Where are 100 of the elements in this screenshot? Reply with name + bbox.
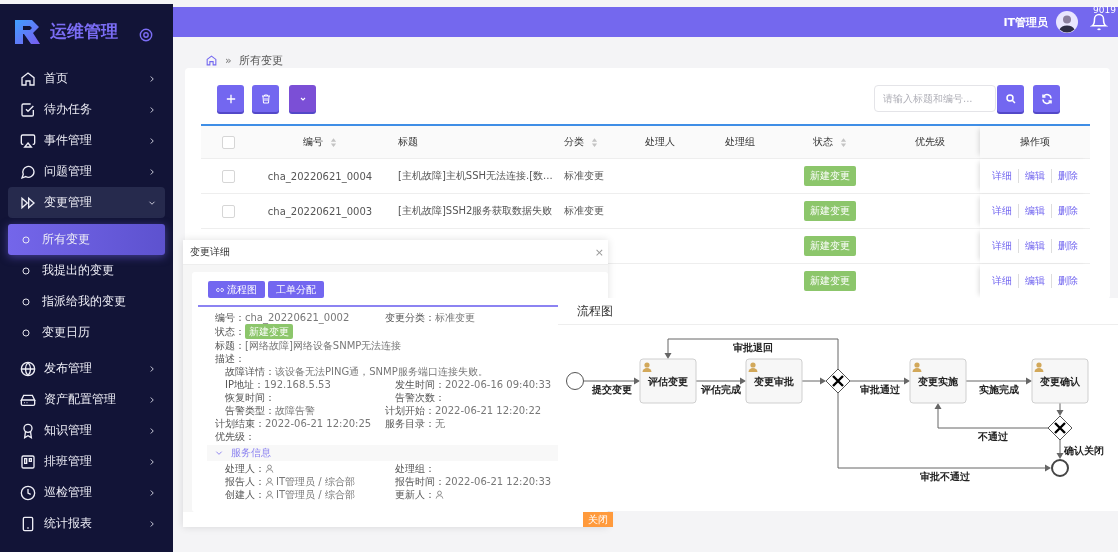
menu-item[interactable]: 巡检管理	[8, 477, 165, 508]
task-node	[909, 358, 967, 404]
gateway-icon	[1047, 415, 1073, 441]
menu-item[interactable]: 排班管理	[8, 446, 165, 477]
submenu-item[interactable]: 指派给我的变更	[8, 286, 165, 317]
menu-item[interactable]: 问题管理	[8, 156, 165, 187]
logo-icon	[13, 17, 41, 46]
task-label: 变更确认	[1040, 376, 1080, 387]
column-header: 标题	[397, 135, 419, 149]
submenu-item[interactable]: 变更日历	[8, 317, 165, 348]
sort-icon[interactable]	[840, 136, 847, 148]
menu-item[interactable]: 发布管理	[8, 353, 165, 384]
field-label: 故障详情：	[225, 365, 275, 378]
dialog-tab-button[interactable]: 流程图	[208, 281, 265, 298]
action-link[interactable]: 删除	[1051, 169, 1084, 183]
table-cell-text: cha_20220621_0003	[266, 204, 374, 220]
target-icon[interactable]	[139, 27, 153, 42]
field-value: IT管理员 / 综合部	[276, 488, 355, 501]
home-icon	[20, 70, 36, 87]
action-link[interactable]: 详细	[986, 274, 1018, 288]
flow-label: 审批通过	[860, 384, 900, 395]
field-value: 2022-06-21 12:20:33	[445, 475, 552, 488]
menu-item[interactable]: 变更管理	[8, 187, 165, 218]
start-event	[566, 372, 584, 390]
field-value: 2022-06-21 12:20:25	[265, 417, 372, 430]
breadcrumb-current: 所有变更	[238, 52, 283, 68]
column-header: 处理人	[644, 135, 676, 149]
checkbox[interactable]	[221, 204, 235, 218]
refresh-button[interactable]	[1033, 85, 1060, 112]
field-label: 告警类型：	[225, 404, 275, 417]
flow-arrow	[583, 377, 640, 385]
field-label: 报告人：	[225, 475, 265, 488]
plus-icon	[225, 93, 236, 104]
field-label: 处理组：	[395, 462, 435, 475]
checkbox[interactable]	[221, 169, 235, 183]
sort-icon[interactable]	[330, 136, 337, 148]
task-label: 评估变更	[648, 376, 688, 387]
field-label: IP地址：	[225, 378, 264, 391]
menu-item[interactable]: 知识管理	[8, 415, 165, 446]
column-header[interactable]: 状态	[780, 126, 880, 158]
field-label: 变更分类：	[385, 311, 435, 324]
action-link[interactable]: 删除	[1051, 204, 1084, 218]
user-name[interactable]: IT管理员	[1003, 14, 1048, 30]
action-link[interactable]: 详细	[986, 169, 1018, 183]
search-button[interactable]	[997, 85, 1024, 112]
field-value: 192.168.5.53	[264, 378, 331, 391]
field-value: 2022-06-16 09:40:33	[445, 378, 552, 391]
sort-icon[interactable]	[591, 136, 598, 148]
task-node	[639, 358, 697, 404]
avatar-icon[interactable]	[1056, 11, 1078, 33]
action-link[interactable]: 详细	[986, 204, 1018, 218]
clock-icon	[20, 484, 36, 501]
dropdown-button[interactable]	[289, 85, 316, 112]
field-value: cha_20220621_0002	[245, 311, 350, 324]
bell-icon[interactable]	[1090, 13, 1108, 31]
award-icon	[20, 422, 36, 439]
menu-item[interactable]: 首页	[8, 63, 165, 94]
status-badge: 新建变更	[804, 166, 856, 186]
chevron-icon	[215, 449, 223, 457]
action-link[interactable]: 编辑	[1018, 274, 1051, 288]
action-link[interactable]: 编辑	[1018, 169, 1051, 183]
tablet-icon	[20, 515, 36, 532]
close-button[interactable]: ×	[594, 245, 604, 259]
section-header[interactable]: 服务信息	[207, 445, 559, 461]
dialog-title: 变更详细	[190, 245, 230, 259]
flow-label: 审批退回	[733, 342, 773, 353]
task-label: 变更实施	[918, 376, 958, 387]
flow-label: 实施完成	[979, 384, 1019, 395]
task-label: 变更审批	[754, 376, 794, 387]
action-link[interactable]: 删除	[1051, 274, 1084, 288]
action-link[interactable]: 删除	[1051, 239, 1084, 253]
field-value: 标准变更	[435, 311, 475, 324]
action-link[interactable]: 详细	[986, 239, 1018, 253]
submenu-item[interactable]: 所有变更	[8, 224, 165, 255]
home-icon[interactable]	[205, 53, 218, 67]
field-value: [网络故障]网络设备SNMP无法连接	[245, 339, 402, 352]
column-header[interactable]: 分类	[560, 126, 620, 158]
gateway-icon	[825, 368, 851, 394]
flow-arrow	[849, 377, 910, 385]
column-header: 优先级	[914, 135, 946, 149]
refresh-icon	[1040, 92, 1053, 105]
checkbox[interactable]	[221, 135, 235, 149]
menu-item[interactable]: 资产配置管理	[8, 384, 165, 415]
circle-icon	[22, 266, 30, 275]
add-button[interactable]	[217, 85, 244, 112]
action-link[interactable]: 编辑	[1018, 239, 1051, 253]
app-title: 运维管理	[50, 20, 118, 43]
column-header[interactable]: 编号	[255, 126, 385, 158]
action-link[interactable]: 编辑	[1018, 204, 1051, 218]
search-field[interactable]: 请输入标题和编号...	[874, 85, 996, 112]
flow-arrow	[1056, 402, 1064, 416]
delete-button[interactable]	[252, 85, 279, 112]
flow-arrow	[801, 377, 826, 385]
field-label: 处理人：	[225, 462, 265, 475]
menu-item[interactable]: 统计报表	[8, 508, 165, 539]
dialog-tab-button[interactable]: 工单分配	[268, 281, 324, 298]
submenu-item[interactable]: 我提出的变更	[8, 255, 165, 286]
trash-icon	[259, 92, 272, 105]
menu-item[interactable]: 事件管理	[8, 125, 165, 156]
menu-item[interactable]: 待办任务	[8, 94, 165, 125]
